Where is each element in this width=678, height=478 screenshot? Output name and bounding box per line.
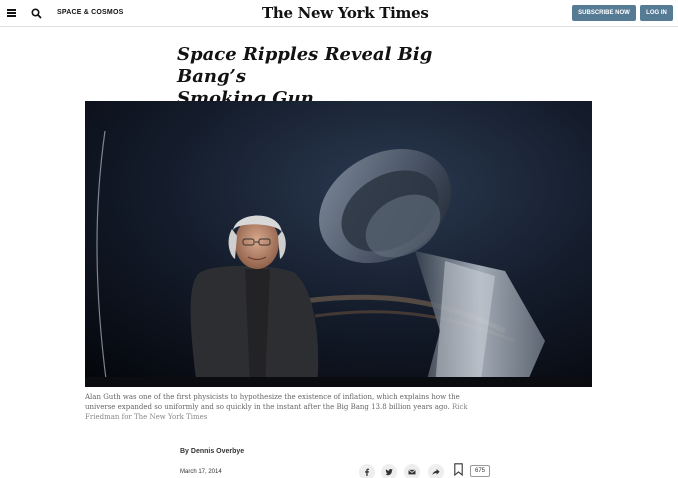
bookmark-icon[interactable]: [454, 463, 463, 476]
facebook-share-button[interactable]: [359, 464, 375, 478]
more-share-button[interactable]: [428, 464, 444, 478]
caption-line-1: Alan Guth was one of the first physicist…: [85, 393, 460, 401]
top-header: SPACE & COSMOS The New York Times SUBSCR…: [0, 0, 678, 27]
share-icon: [432, 469, 440, 475]
login-button[interactable]: LOG IN: [640, 5, 673, 21]
section-link[interactable]: SPACE & COSMOS: [57, 9, 123, 16]
headline-line-1: Space Ripples Reveal Big Bang’s: [177, 44, 433, 87]
email-share-button[interactable]: [404, 464, 420, 478]
nyt-logo[interactable]: The New York Times: [262, 4, 429, 22]
article-photo: [85, 101, 592, 387]
menu-icon[interactable]: [7, 9, 16, 17]
twitter-icon: [385, 468, 393, 476]
photo-credit-part-1: Rick: [451, 403, 468, 411]
photo-credit-part-2: Friedman for The New York Times: [85, 413, 208, 421]
photo-caption: Alan Guth was one of the first physicist…: [85, 392, 505, 422]
twitter-share-button[interactable]: [381, 464, 397, 478]
subscribe-button[interactable]: SUBSCRIBE NOW: [572, 5, 636, 21]
byline[interactable]: By Dennis Overbye: [180, 448, 244, 455]
email-icon: [408, 469, 416, 475]
comments-count: 675: [474, 468, 485, 474]
caption-line-2: universe expanded so uniformly and so qu…: [85, 403, 450, 411]
publish-date: March 17, 2014: [180, 469, 222, 475]
facebook-icon: [365, 468, 369, 476]
search-icon[interactable]: [31, 8, 42, 19]
comments-button[interactable]: 675: [470, 465, 490, 477]
